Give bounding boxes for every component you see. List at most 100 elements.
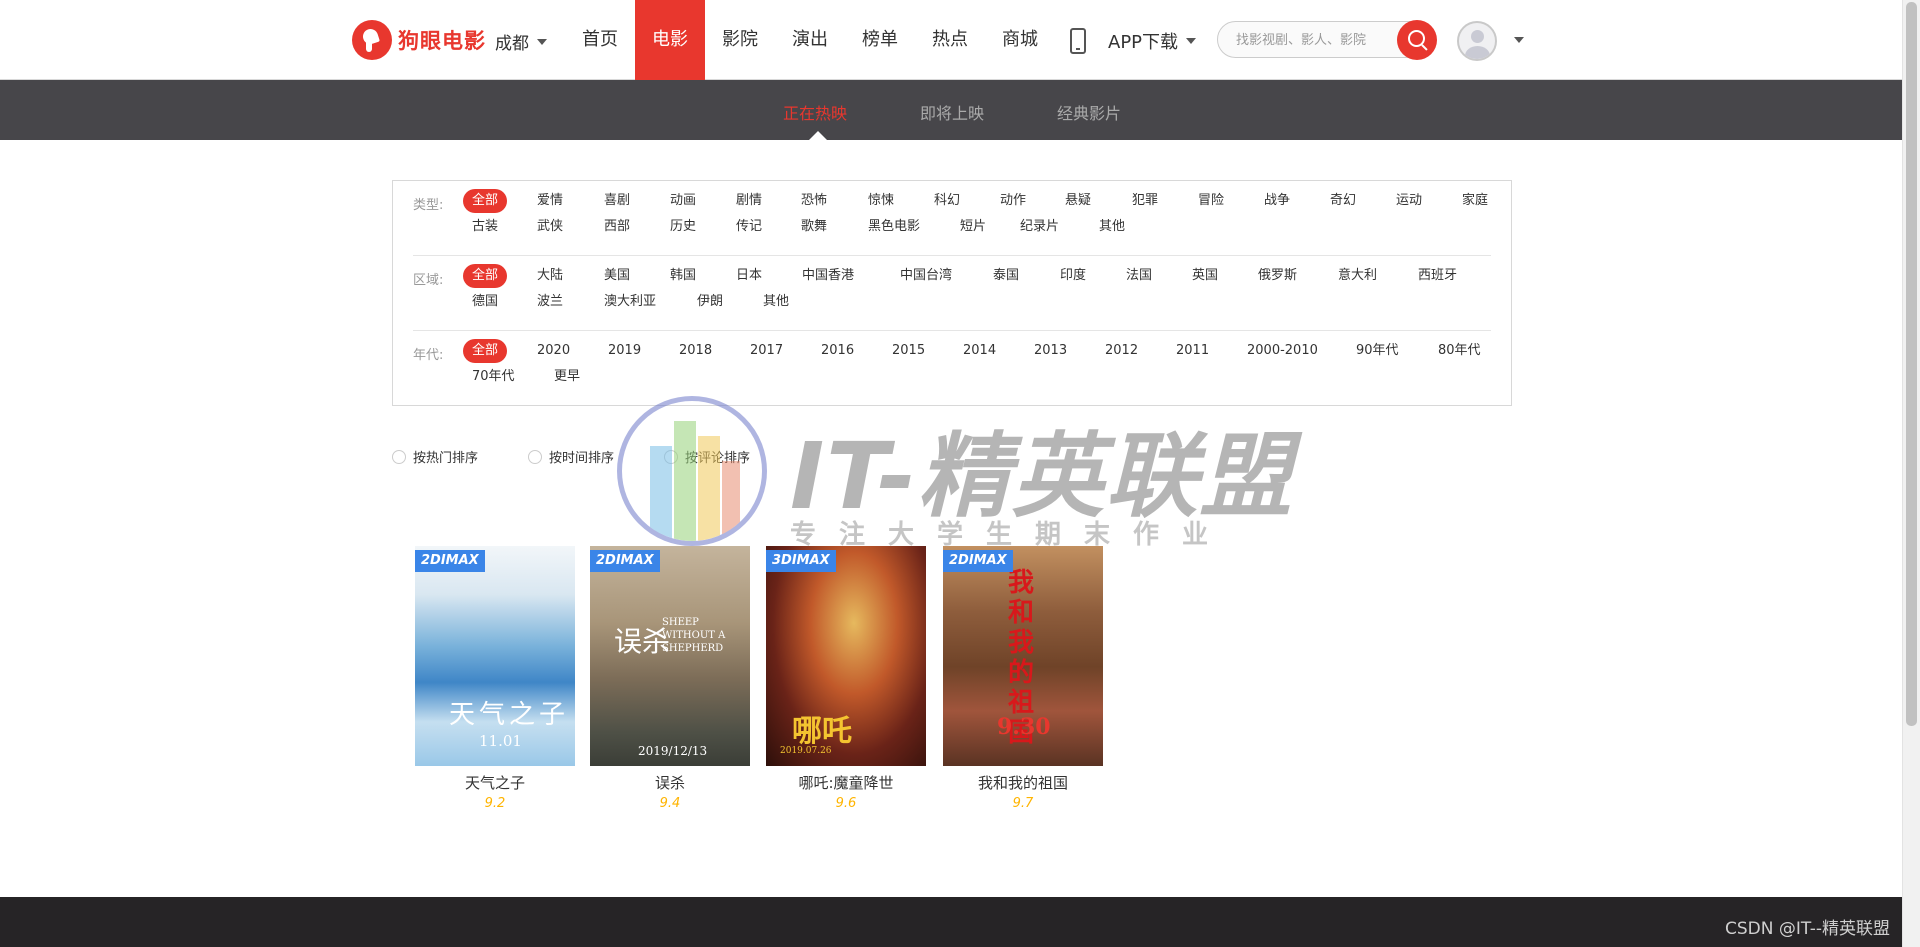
nav-item-hot[interactable]: 热点: [915, 0, 985, 80]
type-tag[interactable]: 爱情: [537, 189, 563, 213]
type-tag[interactable]: 剧情: [736, 189, 762, 213]
movie-poster[interactable]: 哪吒 2019.07.26 3DIMAX: [766, 546, 926, 766]
year-tag[interactable]: 2016: [821, 339, 854, 363]
type-tag[interactable]: 古装: [472, 215, 498, 239]
type-tag[interactable]: 全部: [463, 189, 508, 213]
year-tag[interactable]: 2015: [892, 339, 925, 363]
nav-item-mall[interactable]: 商城: [985, 0, 1055, 80]
year-tag[interactable]: 更早: [554, 365, 580, 389]
type-tag[interactable]: 纪录片: [1020, 215, 1059, 239]
tab-classic-films[interactable]: 经典影片: [1057, 100, 1121, 124]
search-button[interactable]: [1397, 20, 1437, 60]
year-tag[interactable]: 2019: [608, 339, 641, 363]
region-tag[interactable]: 全部: [463, 264, 508, 288]
app-download-menu[interactable]: APP下载: [1070, 28, 1197, 54]
movie-title[interactable]: 天气之子: [415, 772, 575, 793]
type-tag[interactable]: 冒险: [1198, 189, 1224, 213]
region-tag[interactable]: 其他: [763, 290, 789, 314]
year-tag[interactable]: 全部: [463, 339, 508, 363]
nav-item-rankings[interactable]: 榜单: [845, 0, 915, 80]
region-tag[interactable]: 俄罗斯: [1258, 264, 1297, 288]
movie-title[interactable]: 我和我的祖国: [943, 772, 1103, 793]
region-tag[interactable]: 波兰: [537, 290, 563, 314]
year-tag[interactable]: 2020: [537, 339, 570, 363]
filter-panel: 类型: 全部 爱情 喜剧 动画 剧情 恐怖 惊悚 科幻 动作 悬疑 犯罪 冒险 …: [392, 180, 1512, 406]
type-tag[interactable]: 其他: [1099, 215, 1125, 239]
page-scrollbar[interactable]: [1902, 0, 1920, 947]
watermark-bar: [722, 461, 740, 541]
type-tag[interactable]: 歌舞: [801, 215, 827, 239]
type-tag[interactable]: 家庭: [1462, 189, 1488, 213]
tab-now-showing[interactable]: 正在热映: [783, 100, 847, 124]
region-tag[interactable]: 英国: [1192, 264, 1218, 288]
type-tag[interactable]: 科幻: [934, 189, 960, 213]
movie-poster[interactable]: 误杀 SHEEP WITHOUT A SHEPHERD 2019/12/13 2…: [590, 546, 750, 766]
scrollbar-thumb[interactable]: [1906, 2, 1917, 726]
region-tag[interactable]: 印度: [1060, 264, 1086, 288]
type-tag[interactable]: 运动: [1396, 189, 1422, 213]
year-tag[interactable]: 80年代: [1438, 339, 1481, 363]
nav-item-shows[interactable]: 演出: [775, 0, 845, 80]
type-tag[interactable]: 战争: [1264, 189, 1290, 213]
type-tag[interactable]: 历史: [670, 215, 696, 239]
type-tag[interactable]: 动画: [670, 189, 696, 213]
region-tag[interactable]: 伊朗: [697, 290, 723, 314]
year-tag[interactable]: 2011: [1176, 339, 1209, 363]
tab-coming-soon[interactable]: 即将上映: [920, 100, 984, 124]
poster-title: 哪吒: [792, 714, 852, 749]
city-selector[interactable]: 成都: [495, 29, 547, 54]
region-tag[interactable]: 美国: [604, 264, 630, 288]
year-tag[interactable]: 2012: [1105, 339, 1138, 363]
type-tag[interactable]: 惊悚: [868, 189, 894, 213]
year-tag[interactable]: 90年代: [1356, 339, 1399, 363]
type-tag[interactable]: 奇幻: [1330, 189, 1356, 213]
type-tag[interactable]: 喜剧: [604, 189, 630, 213]
type-tag[interactable]: 动作: [1000, 189, 1026, 213]
nav-item-home[interactable]: 首页: [565, 0, 635, 80]
type-tag[interactable]: 悬疑: [1065, 189, 1091, 213]
type-tag[interactable]: 武侠: [537, 215, 563, 239]
type-tag[interactable]: 犯罪: [1132, 189, 1158, 213]
movie-poster[interactable]: 天气之子 11.01 2DIMAX: [415, 546, 575, 766]
sort-label: 按热门排序: [413, 451, 479, 466]
chevron-down-icon[interactable]: [1514, 37, 1524, 43]
year-tag[interactable]: 2018: [679, 339, 712, 363]
movie-poster[interactable]: 我和我的祖国 9.30 2DIMAX: [943, 546, 1103, 766]
region-tag[interactable]: 日本: [736, 264, 762, 288]
movie-title[interactable]: 误杀: [590, 772, 750, 793]
sort-by-time[interactable]: 按时间排序: [528, 447, 614, 466]
type-tag[interactable]: 西部: [604, 215, 630, 239]
year-tag[interactable]: 2000-2010: [1247, 339, 1318, 363]
watermark-bar: [698, 436, 720, 541]
region-tag[interactable]: 意大利: [1338, 264, 1377, 288]
type-tag[interactable]: 恐怖: [801, 189, 827, 213]
type-tag[interactable]: 短片: [960, 215, 986, 239]
region-tag[interactable]: 澳大利亚: [604, 290, 656, 314]
year-tag[interactable]: 2013: [1034, 339, 1067, 363]
region-tag[interactable]: 法国: [1126, 264, 1152, 288]
sort-by-popularity[interactable]: 按热门排序: [392, 447, 478, 466]
region-tag[interactable]: 泰国: [993, 264, 1019, 288]
nav-item-cinemas[interactable]: 影院: [705, 0, 775, 80]
type-tag[interactable]: 黑色电影: [868, 215, 920, 239]
region-tag[interactable]: 德国: [472, 290, 498, 314]
movie-score: 9.6: [835, 796, 857, 811]
region-tag[interactable]: 韩国: [670, 264, 696, 288]
year-tag[interactable]: 2014: [963, 339, 996, 363]
region-tag[interactable]: 西班牙: [1418, 264, 1457, 288]
region-tag[interactable]: 中国香港: [802, 264, 854, 288]
year-tag[interactable]: 2017: [750, 339, 783, 363]
search-input[interactable]: [1236, 30, 1386, 50]
nav-item-movies[interactable]: 电影: [635, 0, 705, 80]
user-avatar[interactable]: [1457, 21, 1497, 61]
site-logo[interactable]: 狗眼电影: [352, 20, 486, 60]
movie-title[interactable]: 哪吒:魔童降世: [766, 772, 926, 793]
filter-label-year: 年代:: [413, 348, 444, 363]
dog-logo-icon: [352, 20, 392, 60]
region-tag[interactable]: 中国台湾: [900, 264, 952, 288]
poster-date: 11.01: [479, 732, 522, 750]
type-tag[interactable]: 传记: [736, 215, 762, 239]
region-tag[interactable]: 大陆: [537, 264, 563, 288]
main-nav: 首页 电影 影院 演出 榜单 热点 商城: [565, 0, 1055, 80]
year-tag[interactable]: 70年代: [472, 365, 515, 389]
